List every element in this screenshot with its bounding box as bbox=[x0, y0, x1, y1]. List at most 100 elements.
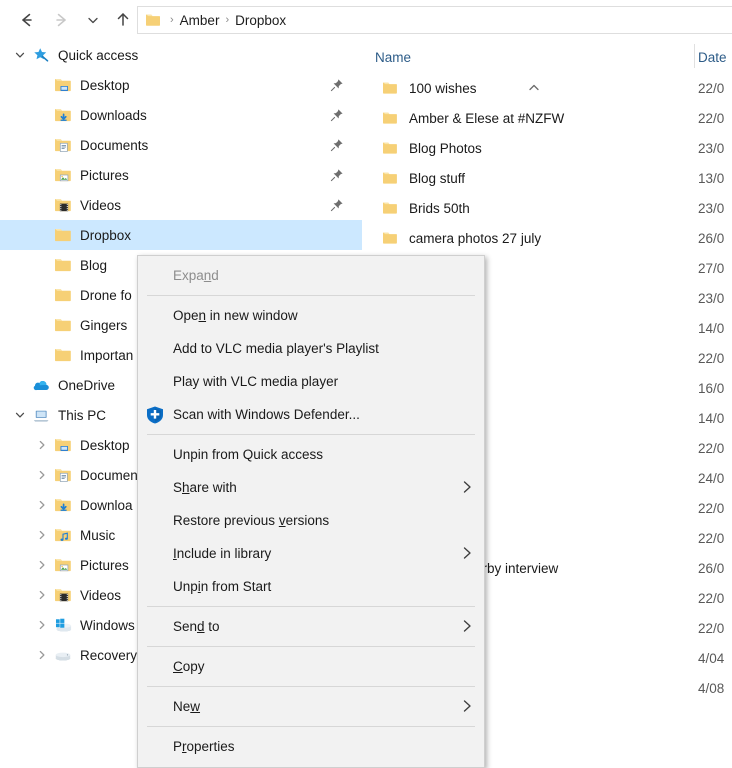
file-date: 16/0 bbox=[698, 380, 725, 396]
windows-drive-icon bbox=[54, 617, 72, 633]
folder-icon bbox=[55, 589, 71, 602]
tree-expander[interactable] bbox=[12, 407, 28, 423]
file-name: Blog Photos bbox=[409, 140, 482, 156]
folder-desktop-icon bbox=[54, 437, 72, 453]
menu-separator bbox=[147, 686, 475, 687]
menu-item-play-with-vlc-media-player[interactable]: Play with VLC media player bbox=[138, 365, 484, 398]
column-header-name[interactable]: Name bbox=[375, 50, 411, 65]
file-row[interactable]: Amber & Elese at #NZFW 22/0 bbox=[362, 103, 732, 133]
folder-icon bbox=[55, 79, 71, 92]
tree-expander[interactable] bbox=[34, 557, 50, 573]
file-date: 22/0 bbox=[698, 80, 725, 96]
file-date: 22/0 bbox=[698, 500, 725, 516]
tree-expander[interactable] bbox=[34, 617, 50, 633]
menu-item-scan-with-windows-defender[interactable]: Scan with Windows Defender... bbox=[138, 398, 484, 431]
tree-expander[interactable] bbox=[34, 647, 50, 663]
file-name: Amber & Elese at #NZFW bbox=[409, 110, 565, 126]
file-date: 24/0 bbox=[698, 470, 725, 486]
folder-downloads-icon bbox=[54, 497, 72, 513]
folder-icon bbox=[382, 81, 398, 95]
folder-music-icon bbox=[54, 527, 72, 543]
folder-icon bbox=[55, 439, 71, 452]
sidebar-item-label: Desktop bbox=[80, 77, 130, 93]
forward-button[interactable] bbox=[48, 7, 74, 33]
file-date: 23/0 bbox=[698, 140, 725, 156]
sidebar-item-downloads[interactable]: Downloads bbox=[0, 100, 362, 130]
column-divider[interactable] bbox=[694, 44, 695, 68]
menu-separator bbox=[147, 726, 475, 727]
folder-icon bbox=[55, 199, 71, 212]
menu-item-copy[interactable]: Copy bbox=[138, 650, 484, 683]
tree-expander[interactable] bbox=[12, 47, 28, 63]
tree-expander[interactable] bbox=[34, 437, 50, 453]
sidebar-item-videos[interactable]: Videos bbox=[0, 190, 362, 220]
menu-item-label: Include in library bbox=[173, 546, 272, 561]
sidebar-item-label: This PC bbox=[58, 407, 107, 423]
address-bar[interactable]: › Amber › Dropbox bbox=[137, 6, 732, 34]
breadcrumb-separator: › bbox=[225, 14, 230, 26]
up-one-level-button[interactable] bbox=[110, 7, 136, 33]
tree-expander[interactable] bbox=[34, 467, 50, 483]
folder-icon bbox=[55, 229, 71, 242]
sidebar-item-documents[interactable]: Documents bbox=[0, 130, 362, 160]
column-header-date[interactable]: Date bbox=[698, 50, 727, 65]
menu-item-label: Add to VLC media player's Playlist bbox=[173, 341, 379, 356]
file-row[interactable]: camera photos 27 july 26/0 bbox=[362, 223, 732, 253]
chevron-right-icon bbox=[39, 650, 45, 660]
file-row[interactable]: Blog stuff 13/0 bbox=[362, 163, 732, 193]
folder-icon bbox=[383, 172, 397, 184]
file-date: 23/0 bbox=[698, 200, 725, 216]
tree-expander[interactable] bbox=[34, 497, 50, 513]
file-row[interactable]: 100 wishes 22/0 bbox=[362, 73, 732, 103]
menu-item-include-in-library[interactable]: Include in library bbox=[138, 537, 484, 570]
file-date: 22/0 bbox=[698, 620, 725, 636]
file-date: 22/0 bbox=[698, 110, 725, 126]
sidebar-item-desktop[interactable]: Desktop bbox=[0, 70, 362, 100]
recent-locations-button[interactable] bbox=[80, 7, 106, 33]
pin-icon[interactable] bbox=[330, 168, 344, 182]
menu-item-properties[interactable]: Properties bbox=[138, 730, 484, 763]
sidebar-item-label: Downloads bbox=[80, 107, 147, 123]
pin-icon[interactable] bbox=[330, 198, 344, 212]
file-row[interactable]: Blog Photos 23/0 bbox=[362, 133, 732, 163]
menu-item-unpin-from-start[interactable]: Unpin from Start bbox=[138, 570, 484, 603]
menu-item-new[interactable]: New bbox=[138, 690, 484, 723]
folder-icon bbox=[382, 201, 398, 215]
folder-documents-icon bbox=[54, 137, 72, 153]
chevron-right-icon bbox=[39, 560, 45, 570]
sidebar-item-pictures[interactable]: Pictures bbox=[0, 160, 362, 190]
file-row[interactable]: Brids 50th 23/0 bbox=[362, 193, 732, 223]
file-date: 22/0 bbox=[698, 590, 725, 606]
back-button[interactable] bbox=[14, 7, 40, 33]
tree-expander[interactable] bbox=[34, 527, 50, 543]
menu-item-restore-previous-versions[interactable]: Restore previous versions bbox=[138, 504, 484, 537]
menu-item-label: Scan with Windows Defender... bbox=[173, 407, 360, 422]
file-date: 22/0 bbox=[698, 440, 725, 456]
menu-item-unpin-from-quick-access[interactable]: Unpin from Quick access bbox=[138, 438, 484, 471]
pin-icon[interactable] bbox=[330, 78, 344, 92]
folder-icon bbox=[382, 141, 398, 155]
menu-separator bbox=[147, 646, 475, 647]
arrow-left-icon bbox=[22, 13, 32, 27]
breadcrumb-dropbox[interactable]: Dropbox bbox=[235, 13, 286, 28]
menu-item-add-to-vlc-media-player-s-playlist[interactable]: Add to VLC media player's Playlist bbox=[138, 332, 484, 365]
menu-item-label: Unpin from Quick access bbox=[173, 447, 324, 462]
sidebar-item-label: Desktop bbox=[80, 437, 130, 453]
submenu-chevron-right-icon bbox=[463, 547, 471, 559]
pin-icon[interactable] bbox=[330, 108, 344, 122]
pin-icon[interactable] bbox=[330, 138, 344, 152]
file-name: 100 wishes bbox=[409, 80, 477, 96]
folder-icon bbox=[55, 529, 71, 542]
sidebar-item-quick-access[interactable]: Quick access bbox=[0, 40, 362, 70]
file-date: 4/04 bbox=[698, 650, 725, 666]
chevron-down-icon bbox=[15, 52, 25, 58]
menu-item-open-in-new-window[interactable]: Open in new window bbox=[138, 299, 484, 332]
folder-icon bbox=[382, 171, 398, 185]
tree-expander[interactable] bbox=[34, 587, 50, 603]
chevron-right-icon bbox=[39, 500, 45, 510]
menu-item-share-with[interactable]: Share with bbox=[138, 471, 484, 504]
sidebar-item-dropbox[interactable]: Dropbox bbox=[0, 220, 362, 250]
breadcrumb-amber[interactable]: Amber bbox=[180, 13, 220, 28]
menu-item-send-to[interactable]: Send to bbox=[138, 610, 484, 643]
folder-icon bbox=[55, 499, 71, 512]
